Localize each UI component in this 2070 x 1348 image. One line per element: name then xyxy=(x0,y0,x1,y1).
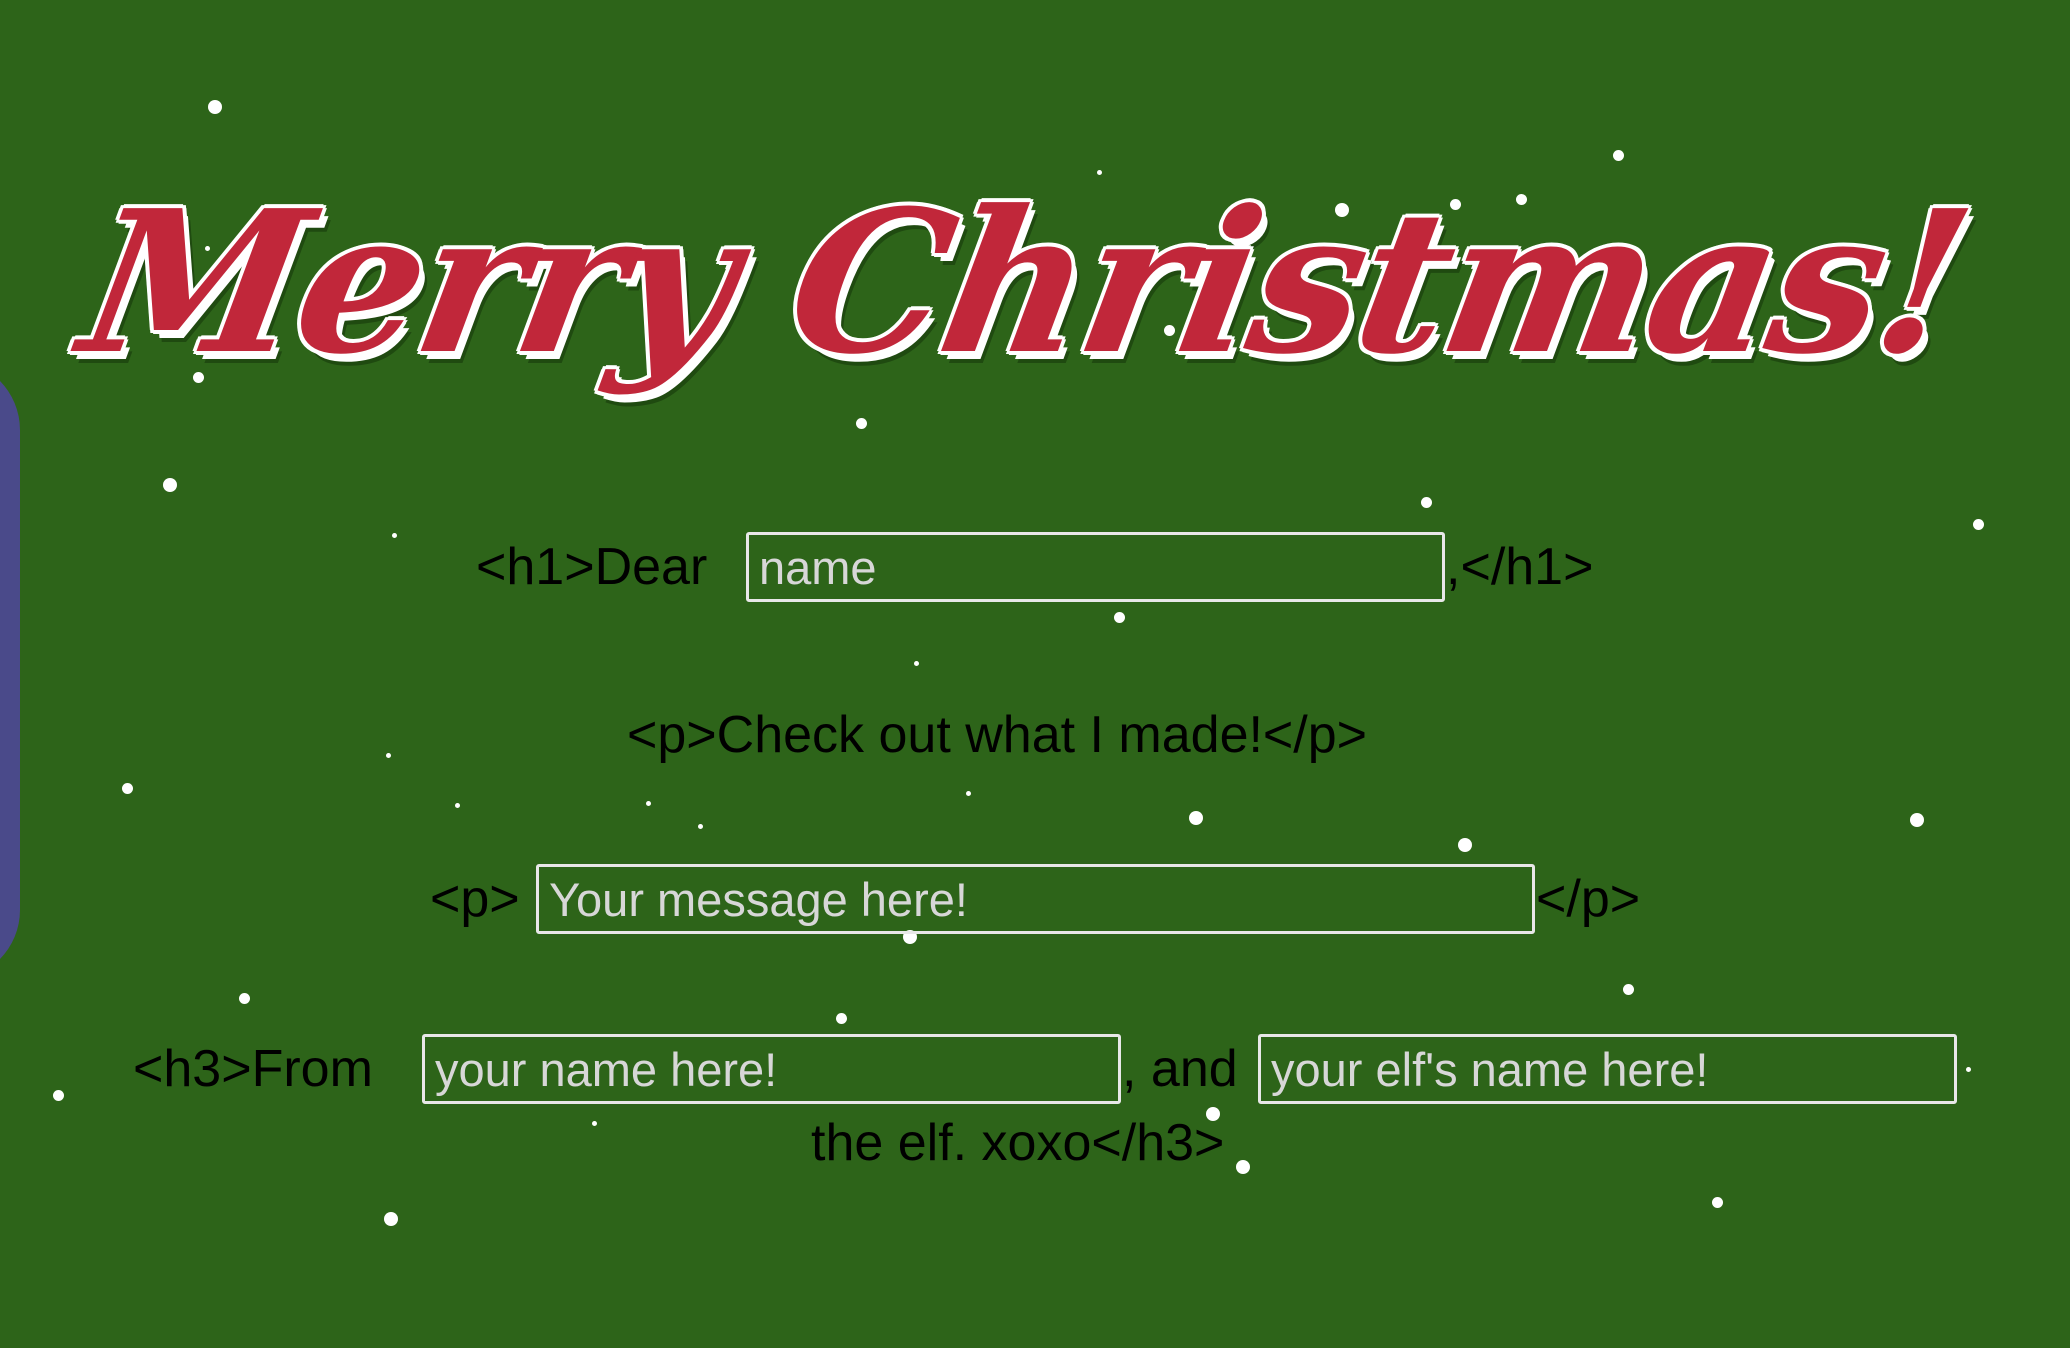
snowflake xyxy=(392,533,397,538)
snowflake xyxy=(1910,813,1924,827)
snowflake xyxy=(53,1090,64,1101)
page-title: Merry Christmas! xyxy=(67,168,1983,398)
snowflake xyxy=(1973,519,1984,530)
title-container: Merry Christmas! xyxy=(0,168,2060,398)
snowflake xyxy=(914,661,919,666)
signoff-closing: the elf. xoxo</h3> xyxy=(811,1114,1225,1172)
snowflake xyxy=(1613,150,1624,161)
snowflake xyxy=(163,478,177,492)
message-suffix: </p> xyxy=(1536,870,1641,928)
snowflake xyxy=(1966,1067,1971,1072)
signoff-prefix: <h3>From xyxy=(133,1040,373,1098)
snowflake xyxy=(208,100,222,114)
sender-name-input[interactable] xyxy=(422,1034,1121,1104)
snowflake xyxy=(386,753,391,758)
snowflake xyxy=(646,801,651,806)
snowflake xyxy=(1458,838,1472,852)
signoff-joiner: , and xyxy=(1122,1040,1238,1098)
snowflake xyxy=(966,791,971,796)
snowflake xyxy=(1623,984,1634,995)
intro-text: <p>Check out what I made!</p> xyxy=(627,706,1368,764)
snowflake xyxy=(1712,1197,1723,1208)
snowflake xyxy=(455,803,460,808)
snowflake xyxy=(1421,497,1432,508)
elf-name-input[interactable] xyxy=(1258,1034,1957,1104)
snowflake xyxy=(384,1212,398,1226)
christmas-card-page: Merry Christmas! <h1>Dear ,</h1> <p>Chec… xyxy=(0,0,2070,1348)
snowflake xyxy=(698,824,703,829)
snowflake xyxy=(1114,612,1125,623)
snowflake xyxy=(836,1013,847,1024)
snowflake xyxy=(1236,1160,1250,1174)
recipient-name-input[interactable] xyxy=(746,532,1445,602)
greeting-suffix: ,</h1> xyxy=(1446,538,1594,596)
message-input[interactable] xyxy=(536,864,1535,934)
snowflake xyxy=(1189,811,1203,825)
snowflake xyxy=(856,418,867,429)
snowflake xyxy=(239,993,250,1004)
greeting-prefix: <h1>Dear xyxy=(476,538,708,596)
snowflake xyxy=(592,1121,597,1126)
side-panel-edge xyxy=(0,360,20,980)
message-prefix: <p> xyxy=(430,870,520,928)
snowflake xyxy=(122,783,133,794)
